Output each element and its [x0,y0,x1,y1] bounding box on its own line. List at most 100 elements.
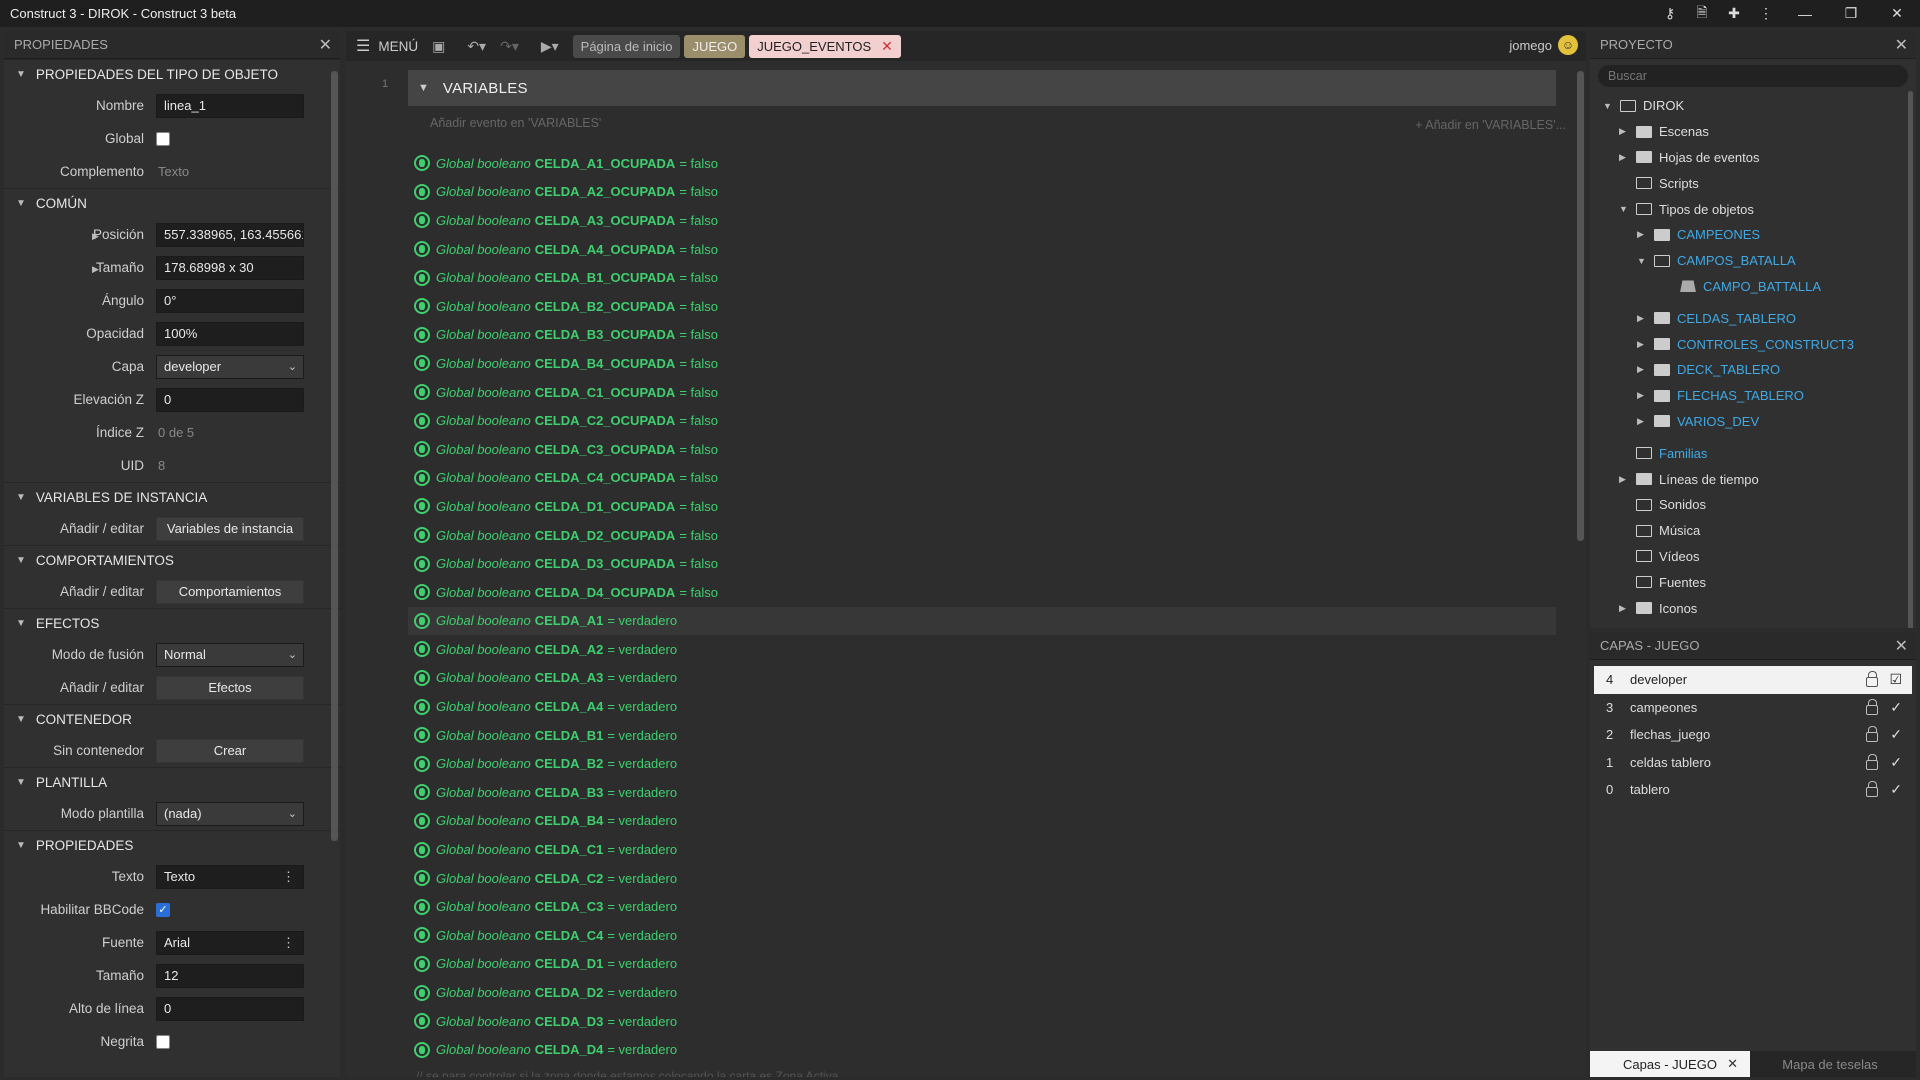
global-variable-row[interactable]: Global booleano CELDA_D2 = verdadero [408,978,1556,1007]
tree-item[interactable]: Sonidos [1590,492,1910,518]
section-instance-vars[interactable]: ▼ VARIABLES DE INSTANCIA [4,482,340,512]
save-icon[interactable]: ▣ [432,38,445,55]
global-variable-row[interactable]: Global booleano CELDA_C3 = verdadero [408,892,1556,921]
global-variable-row[interactable]: Global booleano CELDA_C1 = verdadero [408,835,1556,864]
global-variable-row[interactable]: Global booleano CELDA_B1 = verdadero [408,721,1556,750]
visible-check-icon[interactable]: ☑ [1889,671,1902,688]
restore-button[interactable]: ❐ [1828,5,1874,22]
global-variable-row[interactable]: Global booleano CELDA_D4 = verdadero [408,1035,1556,1064]
section-common[interactable]: ▼ COMÚN [4,188,340,218]
section-behaviors[interactable]: ▼ COMPORTAMIENTOS [4,545,340,575]
visible-check-icon[interactable]: ✓ [1890,726,1902,743]
layer-row[interactable]: 4 developer ☑ [1594,666,1912,694]
section-effects[interactable]: ▼ EFECTOS [4,608,340,638]
redo-icon[interactable]: ↷▾ [500,38,519,55]
lock-icon[interactable] [1866,753,1878,770]
key-icon[interactable]: ⚷ [1654,5,1686,22]
collapse-icon[interactable]: ▼ [418,82,429,94]
chevron-right-icon[interactable]: ▶ [1637,364,1644,375]
behaviors-button[interactable]: Comportamientos [156,579,304,604]
chevron-right-icon[interactable]: ▶ [1637,339,1644,350]
lock-icon[interactable] [1866,671,1878,687]
chevron-down-icon[interactable]: ▼ [1603,101,1612,111]
add-event-link[interactable]: Añadir evento en 'VARIABLES' [430,116,601,130]
close-icon[interactable]: ✕ [319,35,332,55]
tree-item[interactable]: ▶ CONTROLES_CONSTRUCT3 [1590,331,1910,357]
close-button[interactable]: ✕ [1874,5,1920,22]
layer-row[interactable]: 0 tablero ✓ [1594,776,1912,804]
close-icon[interactable]: ✕ [1727,1056,1738,1072]
blend-select[interactable]: Normal ⌄ [156,642,304,667]
tree-item[interactable]: ▶ Líneas de tiempo [1590,466,1910,492]
global-variable-row[interactable]: Global booleano CELDA_C4_OCUPADA = falso [408,464,1556,493]
name-input[interactable]: linea_1 [156,93,304,118]
global-variable-row[interactable]: Global booleano CELDA_A3_OCUPADA = falso [408,206,1556,235]
global-variable-row[interactable]: Global booleano CELDA_C2_OCUPADA = falso [408,406,1556,435]
tab-juego-eventos[interactable]: JUEGO_EVENTOS ✕ [749,34,901,58]
scrollbar[interactable] [1908,91,1913,628]
layer-row[interactable]: 3 campeones ✓ [1594,694,1912,722]
chevron-right-icon[interactable]: ▶ [1619,603,1626,614]
undo-icon[interactable]: ↶▾ [467,38,486,55]
bold-checkbox[interactable] [156,1034,170,1049]
global-variable-row[interactable]: Global booleano CELDA_D4_OCUPADA = falso [408,578,1556,607]
layer-select[interactable]: developer ⌄ [156,354,304,379]
section-container[interactable]: ▼ CONTENEDOR [4,704,340,734]
chevron-right-icon[interactable]: ▶ [1637,390,1644,401]
global-variable-row[interactable]: Global booleano CELDA_B2 = verdadero [408,749,1556,778]
global-variable-row[interactable]: Global booleano CELDA_D1 = verdadero [408,950,1556,979]
tree-item[interactable]: ▶ DECK_TABLERO [1590,357,1910,383]
font-input[interactable]: Arial ⋮ [156,930,304,955]
scrollbar[interactable] [1577,71,1584,541]
file-icon[interactable]: 🗎 [1686,2,1718,26]
tree-item[interactable]: ▶ CAMPEONES [1590,222,1910,248]
global-variable-row[interactable]: Global booleano CELDA_A1_OCUPADA = falso [408,149,1556,178]
visible-check-icon[interactable]: ✓ [1890,699,1902,716]
puzzle-icon[interactable]: ✚ [1718,5,1750,22]
close-icon[interactable]: ✕ [881,38,893,55]
layer-row[interactable]: 1 celdas tablero ✓ [1594,749,1912,777]
search-input[interactable]: Buscar [1598,65,1908,87]
angle-input[interactable]: 0° [156,288,304,313]
section-properties[interactable]: ▼ PROPIEDADES [4,830,340,860]
tree-item[interactable]: ▼ Tipos de objetos [1590,196,1910,222]
tree-item[interactable]: ▶ FLECHAS_TABLERO [1590,383,1910,409]
tree-item[interactable]: Fuentes [1590,569,1910,595]
user-menu[interactable]: jomego ☺ [1509,35,1578,55]
tree-item[interactable]: Música [1590,518,1910,544]
add-in-group-link[interactable]: + Añadir en 'VARIABLES'... [1415,118,1566,132]
global-checkbox[interactable] [156,131,170,146]
tree-item[interactable]: Scripts [1590,170,1910,196]
tab-tilemap[interactable]: Mapa de teselas [1750,1051,1910,1077]
effects-button[interactable]: Efectos [156,675,304,700]
tree-item[interactable]: ▶ Iconos [1590,595,1910,621]
global-variable-row[interactable]: Global booleano CELDA_B3_OCUPADA = falso [408,321,1556,350]
scrollbar[interactable] [331,71,338,841]
global-variable-row[interactable]: Global booleano CELDA_A1 = verdadero [408,606,1556,636]
more-icon[interactable]: ⋮ [1750,5,1782,22]
tree-item[interactable]: Vídeos [1590,544,1910,570]
global-variable-row[interactable]: Global booleano CELDA_A2_OCUPADA = falso [408,178,1556,207]
chevron-right-icon[interactable]: ▶ [1637,313,1644,324]
zelev-input[interactable]: 0 [156,387,304,412]
tab-start-page[interactable]: Página de inicio [572,34,681,58]
visible-check-icon[interactable]: ✓ [1890,781,1902,798]
close-icon[interactable]: ✕ [1895,35,1908,55]
expand-icon[interactable]: ▶ [92,231,99,242]
global-variable-row[interactable]: Global booleano CELDA_C2 = verdadero [408,864,1556,893]
lock-icon[interactable] [1866,726,1878,742]
global-variable-row[interactable]: Global booleano CELDA_D2_OCUPADA = falso [408,521,1556,550]
global-variable-row[interactable]: Global booleano CELDA_D3_OCUPADA = falso [408,549,1556,578]
global-variable-row[interactable]: Global booleano CELDA_C4 = verdadero [408,921,1556,950]
tree-item[interactable]: ▶ VARIOS_DEV [1590,409,1910,435]
more-icon[interactable]: ⋮ [282,869,295,885]
chevron-right-icon[interactable]: ▶ [1637,229,1644,240]
chevron-right-icon[interactable]: ▶ [1619,126,1626,137]
play-icon[interactable]: ▶▾ [541,38,559,55]
tree-item[interactable]: ▼ CAMPOS_BATALLA [1590,248,1910,274]
global-variable-row[interactable]: Global booleano CELDA_B2_OCUPADA = falso [408,292,1556,321]
chevron-down-icon[interactable]: ▼ [1619,204,1628,214]
global-variable-row[interactable]: Global booleano CELDA_B3 = verdadero [408,778,1556,807]
lock-icon[interactable] [1866,781,1878,797]
tree-item[interactable]: ▶ Hojas de eventos [1590,145,1910,171]
